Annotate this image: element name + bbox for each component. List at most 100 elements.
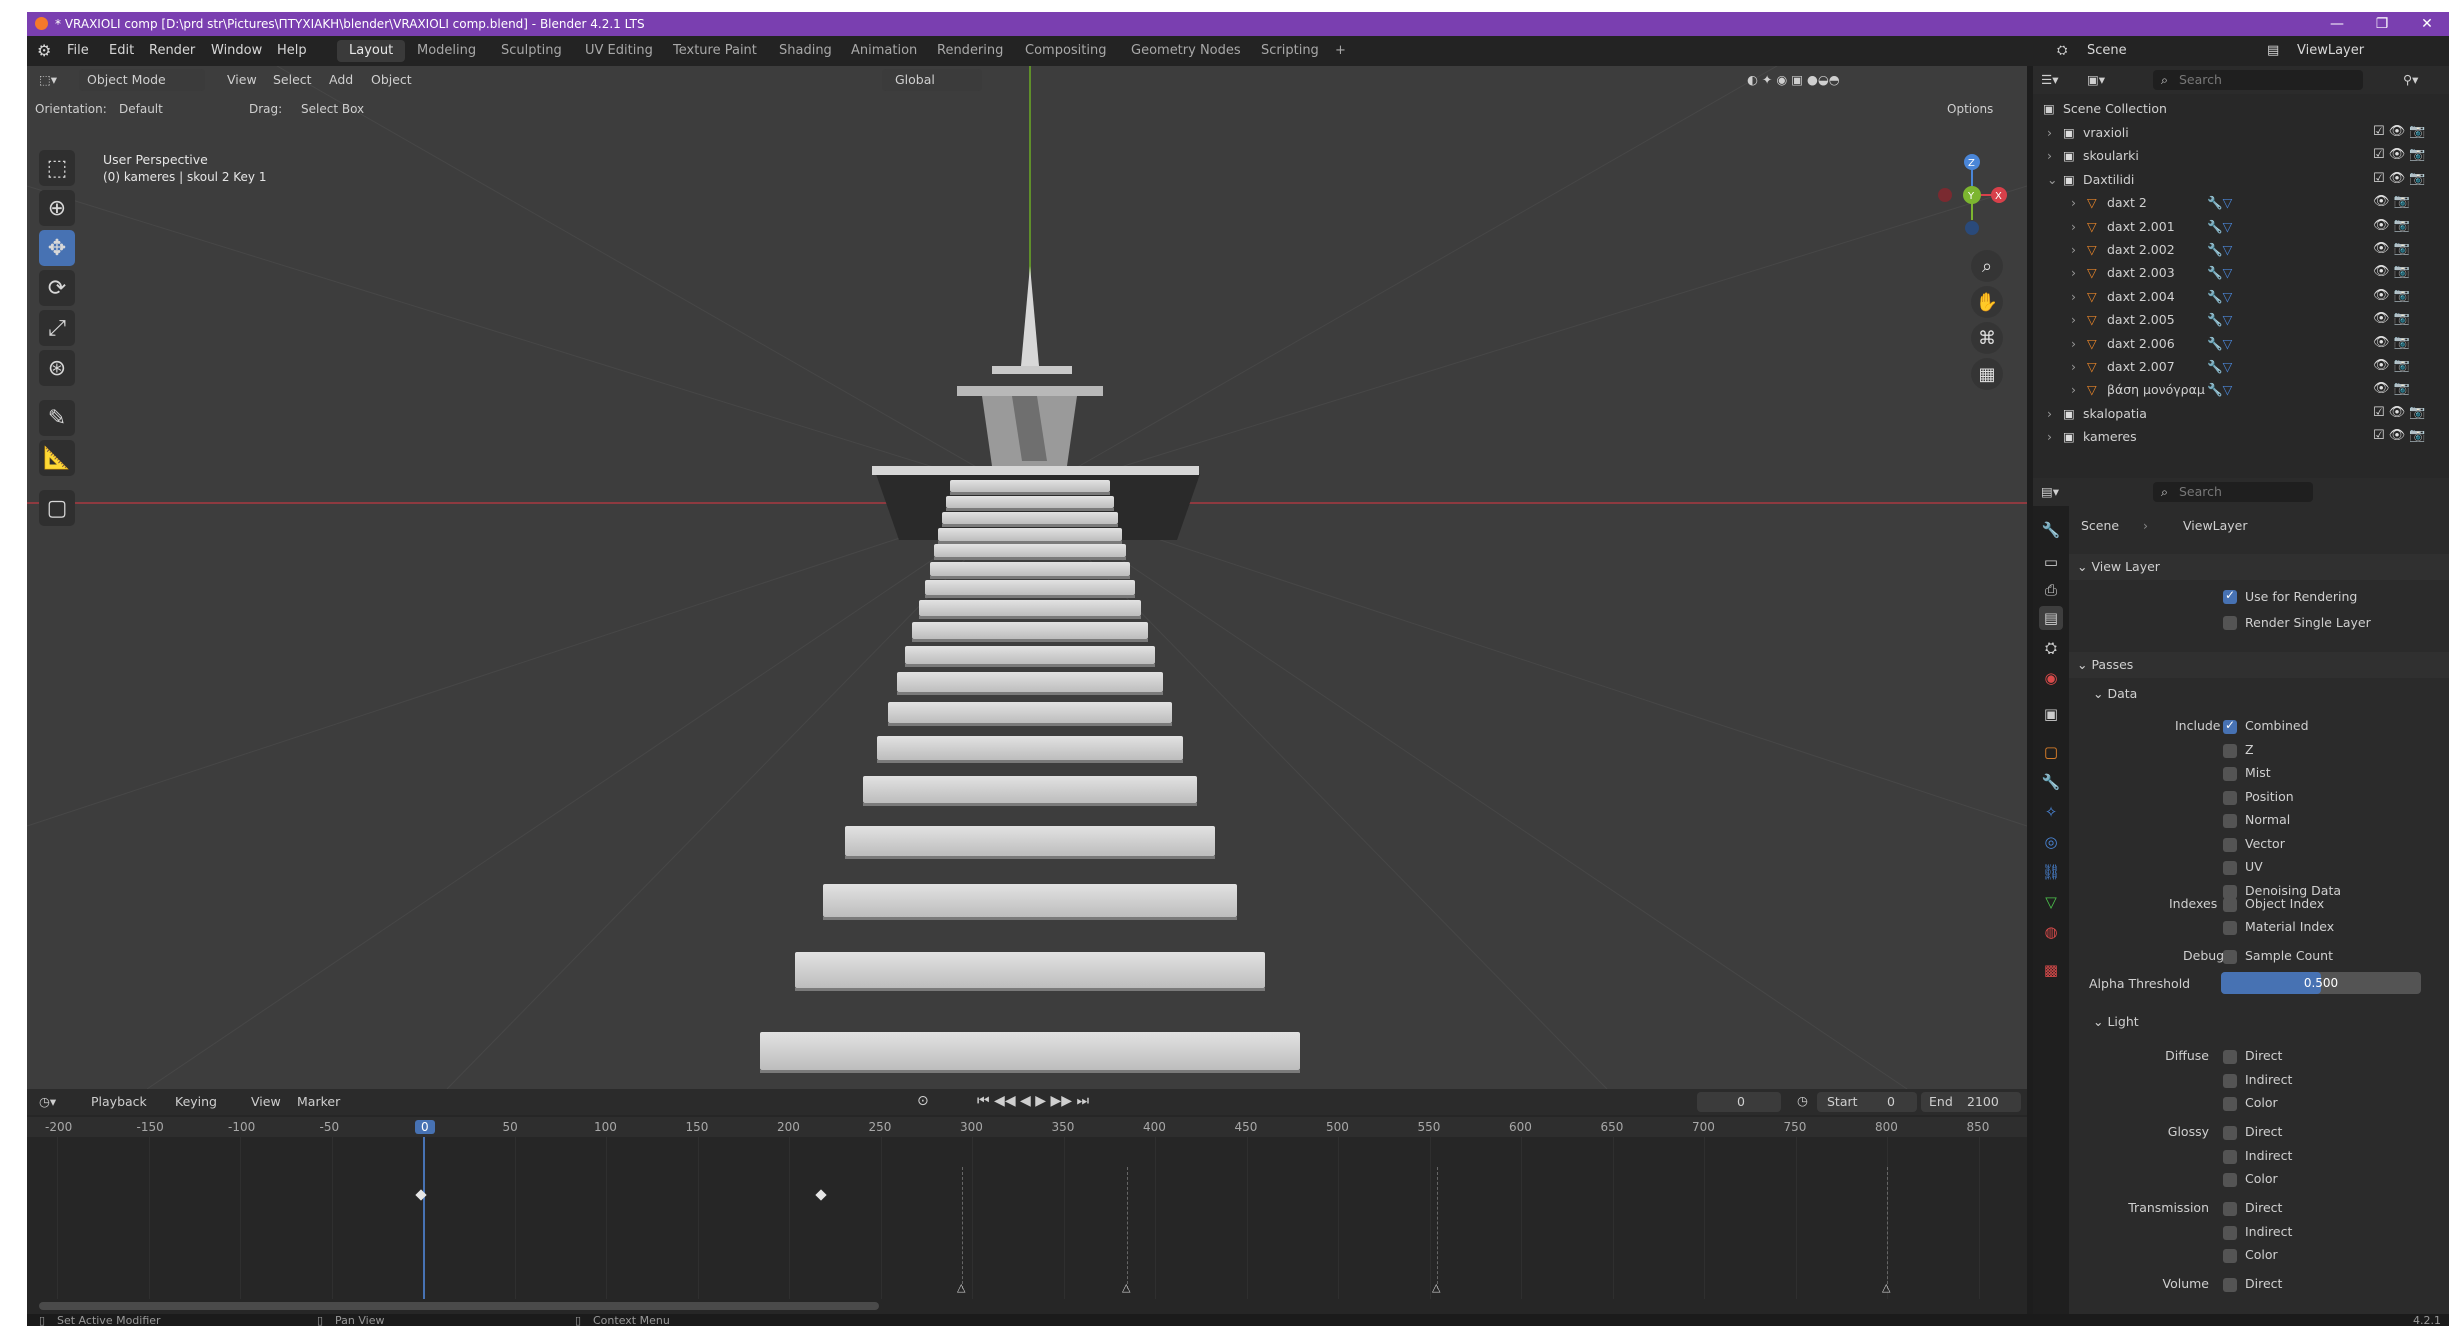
expand-chevron-icon[interactable]: › bbox=[2047, 406, 2052, 421]
minimize-button[interactable]: — bbox=[2317, 14, 2357, 34]
marker-icon[interactable]: △ bbox=[1882, 1281, 1890, 1294]
select-box-tool-icon[interactable]: ⬚ bbox=[39, 150, 75, 186]
pan-view-icon[interactable]: ✋ bbox=[1971, 286, 2003, 318]
tab-modeling[interactable]: Modeling bbox=[405, 40, 488, 62]
include-pass-checkbox[interactable] bbox=[2223, 814, 2237, 828]
viewport-menu-add[interactable]: Add bbox=[329, 72, 353, 87]
properties-search-input[interactable] bbox=[2153, 482, 2313, 502]
outliner-item[interactable]: 🔧▽ › ▽ daxt 2.003 👁 📷 bbox=[2033, 262, 2449, 284]
menu-file[interactable]: File bbox=[67, 43, 89, 58]
include-pass-checkbox[interactable] bbox=[2223, 767, 2237, 781]
tab-geometry-nodes[interactable]: Geometry Nodes bbox=[1119, 40, 1253, 62]
playback-controls[interactable]: ⏮ ◀◀ ◀ ▶ ▶▶ ⏭ bbox=[977, 1093, 1089, 1109]
render-single-layer-checkbox[interactable] bbox=[2223, 616, 2237, 630]
tab-layout[interactable]: Layout bbox=[337, 40, 406, 62]
frame-ruler[interactable]: -200 -150 -100 -50 0 50 100 150 200 250 300 350 400 4… bbox=[27, 1117, 2027, 1137]
expand-chevron-icon[interactable]: › bbox=[2071, 265, 2076, 280]
add-workspace-button[interactable]: + bbox=[1323, 40, 1358, 62]
shading-icons[interactable]: ◐ ✦ ◉ ▣ ●◒◓ bbox=[1747, 72, 1840, 87]
light-pass-checkbox[interactable] bbox=[2223, 1073, 2237, 1088]
cursor-tool-icon[interactable]: ⊕ bbox=[39, 190, 75, 226]
expand-chevron-icon[interactable]: › bbox=[2047, 429, 2052, 444]
include-pass-checkbox[interactable] bbox=[2223, 743, 2237, 758]
light-pass-checkbox[interactable] bbox=[2223, 1097, 2237, 1111]
outliner-display-mode-icon[interactable]: ▣▾ bbox=[2087, 72, 2105, 87]
3d-viewport[interactable]: ⬚▾ Object Mode View Select Add Object Gl… bbox=[27, 66, 2027, 1089]
visibility-toggle-icons[interactable]: 👁 📷 bbox=[2373, 218, 2410, 233]
outliner-item[interactable]: 🔧▽ › ▽ daxt 2.007 👁 📷 bbox=[2033, 356, 2449, 378]
light-section-title[interactable]: ⌄ Light bbox=[2093, 1014, 2139, 1029]
expand-chevron-icon[interactable]: › bbox=[2047, 148, 2052, 163]
rotate-tool-icon[interactable]: ⟳ bbox=[39, 270, 75, 306]
navigation-gizmo[interactable]: Z Y X bbox=[1927, 150, 2017, 240]
current-frame-indicator[interactable]: 0 bbox=[415, 1120, 435, 1134]
outliner-item[interactable]: 🔧▽ › ▽ daxt 2.004 👁 📷 bbox=[2033, 286, 2449, 308]
viewport-menu-object[interactable]: Object bbox=[371, 72, 412, 87]
expand-chevron-icon[interactable]: › bbox=[2071, 382, 2076, 397]
tab-scripting[interactable]: Scripting bbox=[1249, 40, 1331, 62]
world-tab-icon[interactable]: ◉ bbox=[2039, 666, 2063, 690]
expand-chevron-icon[interactable]: › bbox=[2071, 359, 2076, 374]
options-dropdown[interactable]: Options bbox=[1947, 102, 1993, 116]
light-pass-checkbox[interactable] bbox=[2223, 1278, 2237, 1292]
sample-count-checkbox[interactable] bbox=[2223, 950, 2237, 964]
menu-render[interactable]: Render bbox=[149, 43, 195, 58]
grid-view-icon[interactable]: ▦ bbox=[1971, 358, 2003, 390]
material-tab-icon[interactable]: ◍ bbox=[2039, 920, 2063, 944]
visibility-toggle-icons[interactable]: 👁 📷 bbox=[2373, 358, 2410, 373]
tab-sculpting[interactable]: Sculpting bbox=[489, 40, 574, 62]
visibility-toggle-icons[interactable]: 👁 📷 bbox=[2373, 194, 2410, 209]
expand-chevron-icon[interactable]: › bbox=[2071, 242, 2076, 257]
record-button[interactable]: ⊙ bbox=[917, 1093, 929, 1109]
close-button[interactable]: ✕ bbox=[2407, 14, 2447, 34]
object-tab-icon[interactable]: ▢ bbox=[2039, 740, 2063, 764]
visibility-toggle-icons[interactable]: 👁 📷 bbox=[2373, 381, 2410, 396]
light-pass-checkbox[interactable] bbox=[2223, 1225, 2237, 1240]
visibility-toggle-icons[interactable]: ☑ 👁 📷 bbox=[2373, 147, 2426, 162]
expand-chevron-icon[interactable]: › bbox=[2071, 336, 2076, 351]
drag-selector[interactable]: Select Box bbox=[301, 102, 364, 116]
measure-tool-icon[interactable]: 📐 bbox=[39, 440, 75, 476]
physics-tab-icon[interactable]: ◎ bbox=[2039, 830, 2063, 854]
expand-chevron-icon[interactable]: › bbox=[2047, 125, 2052, 140]
camera-view-icon[interactable]: ⌘ bbox=[1971, 322, 2003, 354]
outliner-editor-type-icon[interactable]: ☰▾ bbox=[2041, 72, 2058, 87]
orientation-selector[interactable]: Default bbox=[119, 102, 163, 116]
tab-texture-paint[interactable]: Texture Paint bbox=[661, 40, 769, 62]
viewport-menu-select[interactable]: Select bbox=[273, 72, 312, 87]
outliner-item[interactable]: › ▣ vraxioli ☑ 👁 📷 bbox=[2033, 122, 2449, 144]
light-pass-checkbox[interactable] bbox=[2223, 1149, 2237, 1164]
editor-type-icon[interactable]: ⬚▾ bbox=[39, 72, 57, 87]
output-tab-icon[interactable]: ⎙ bbox=[2039, 578, 2063, 602]
expand-chevron-icon[interactable]: › bbox=[2071, 219, 2076, 234]
tab-animation[interactable]: Animation bbox=[839, 40, 929, 62]
visibility-toggle-icons[interactable]: 👁 📷 bbox=[2373, 288, 2410, 303]
timeline-keyframe-area[interactable]: △ △ △ △ bbox=[27, 1137, 2027, 1299]
outliner-item[interactable]: 🔧▽ › ▽ daxt 2.002 👁 📷 bbox=[2033, 239, 2449, 261]
material-index-checkbox[interactable] bbox=[2223, 921, 2237, 935]
light-pass-checkbox[interactable] bbox=[2223, 1050, 2237, 1064]
particles-tab-icon[interactable]: ✧ bbox=[2039, 800, 2063, 824]
outliner-item[interactable]: 🔧▽ › ▽ daxt 2.005 👁 📷 bbox=[2033, 309, 2449, 331]
outliner-item[interactable]: › ▣ skalopatia ☑ 👁 📷 bbox=[2033, 403, 2449, 425]
timeline-menu-view[interactable]: View bbox=[251, 1094, 281, 1109]
menu-help[interactable]: Help bbox=[277, 43, 307, 58]
expand-chevron-icon[interactable]: › bbox=[2071, 289, 2076, 304]
alpha-threshold-slider[interactable]: 0.500 bbox=[2221, 972, 2421, 994]
include-pass-checkbox[interactable] bbox=[2223, 861, 2237, 875]
outliner-item[interactable]: 🔧▽ › ▽ βάση μονόγραμ 👁 📷 bbox=[2033, 379, 2449, 401]
include-pass-checkbox[interactable] bbox=[2223, 837, 2237, 852]
visibility-toggle-icons[interactable]: 👁 📷 bbox=[2373, 311, 2410, 326]
render-tab-icon[interactable]: ▭ bbox=[2039, 550, 2063, 574]
add-cube-tool-icon[interactable]: ▢ bbox=[39, 490, 75, 526]
use-for-rendering-checkbox[interactable] bbox=[2223, 588, 2237, 604]
view-layer-selector[interactable]: ViewLayer bbox=[2297, 43, 2364, 58]
timeline-editor-type-icon[interactable]: ◷▾ bbox=[39, 1094, 56, 1109]
outliner-item[interactable]: › ▣ kameres ☑ 👁 📷 bbox=[2033, 426, 2449, 448]
visibility-toggle-icons[interactable]: ☑ 👁 📷 bbox=[2373, 124, 2426, 139]
data-tab-icon[interactable]: ▽ bbox=[2039, 890, 2063, 914]
zoom-view-icon[interactable]: ⌕ bbox=[1971, 250, 2003, 282]
timeline-scrollbar[interactable] bbox=[39, 1302, 879, 1310]
expand-chevron-icon[interactable]: › bbox=[2071, 195, 2076, 210]
include-pass-checkbox[interactable] bbox=[2223, 718, 2237, 734]
